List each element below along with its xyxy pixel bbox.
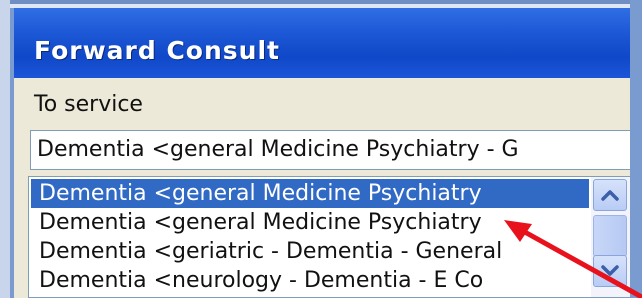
scroll-thumb[interactable] — [593, 215, 627, 257]
list-item[interactable]: Dementia <geriatric - Dementia - General — [31, 237, 589, 266]
list-item[interactable]: Dementia <neurology - Dementia - E Co — [31, 266, 589, 295]
list-item-label: Dementia <general Medicine Psychiatry — [39, 181, 482, 206]
window-title: Forward Consult — [34, 36, 280, 65]
scroll-up-button[interactable] — [593, 179, 627, 211]
to-service-combobox-value: Dementia <general Medicine Psychiatry - … — [37, 137, 519, 162]
window-left-border — [0, 0, 10, 298]
list-item-label: Dementia <neurology - Dementia - E Co — [39, 268, 484, 293]
list-item[interactable]: Dementia <general Medicine Psychiatry — [31, 208, 589, 237]
window-title-bar[interactable]: Forward Consult — [14, 8, 630, 78]
to-service-label: To service — [34, 92, 143, 117]
chevron-down-icon — [594, 256, 626, 286]
list-item[interactable]: Dementia <general Medicine Psychiatry — [31, 179, 589, 208]
window-right-border — [630, 0, 642, 298]
service-listbox[interactable]: Dementia <general Medicine Psychiatry De… — [28, 176, 632, 298]
scroll-down-button[interactable] — [593, 255, 627, 287]
list-item-label: Dementia <geriatric - Dementia - General — [39, 239, 503, 264]
list-item-label: Dementia <general Medicine Psychiatry — [39, 210, 482, 235]
to-service-combobox[interactable]: Dementia <general Medicine Psychiatry - … — [30, 130, 642, 170]
chevron-up-icon — [594, 180, 626, 210]
listbox-vertical-scrollbar[interactable] — [591, 177, 631, 297]
